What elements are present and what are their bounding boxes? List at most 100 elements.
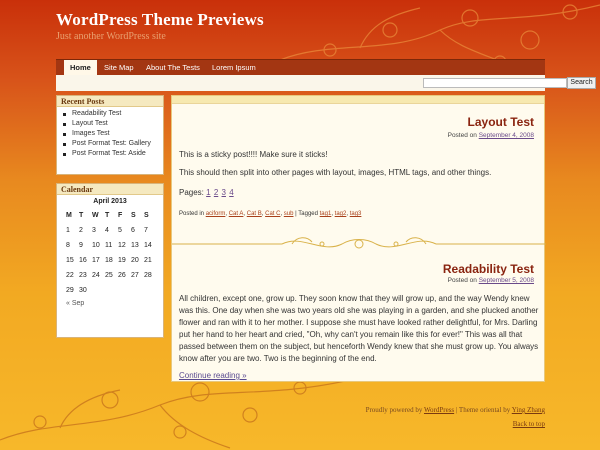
main-content: Layout Test Posted on September 4, 2008 …	[171, 95, 546, 382]
footer-credits: Proudly powered by WordPress | Theme ori…	[365, 406, 545, 414]
calendar-day: 16	[79, 257, 87, 264]
calendar-day: 22	[66, 272, 74, 279]
calendar-weekday: T	[105, 212, 110, 219]
footer-back-to-top: Back to top	[513, 420, 545, 428]
calendar-day	[105, 283, 118, 298]
calendar-weekday: S	[144, 212, 149, 219]
calendar-day: 14	[144, 242, 152, 249]
calendar-prev-link[interactable]: « Sep	[66, 300, 163, 307]
calendar-day: 15	[66, 257, 74, 264]
tag-link[interactable]: tag3	[350, 211, 362, 217]
calendar-day: 19	[118, 257, 126, 264]
calendar-day	[144, 283, 157, 298]
page-link[interactable]: 1	[206, 188, 210, 197]
pages-label: Pages:	[179, 188, 204, 197]
site-header: WordPress Theme Previews Just another Wo…	[56, 10, 264, 42]
recent-post-link[interactable]: Post Format Test: Gallery	[63, 139, 163, 149]
main-navigation: Home Site Map About The Tests Lorem Ipsu…	[56, 59, 545, 77]
calendar-day: 9	[79, 242, 83, 249]
calendar-day: 23	[79, 272, 87, 279]
post-pagination: Pages: 1 2 3 4	[179, 187, 539, 199]
recent-post-link[interactable]: Post Format Test: Aside	[63, 149, 163, 159]
category-link[interactable]: sub	[284, 211, 294, 217]
back-to-top-link[interactable]: Back to top	[513, 420, 545, 428]
page-link[interactable]: 3	[222, 188, 226, 197]
category-link[interactable]: aciform	[206, 211, 226, 217]
post-date: Posted on September 4, 2008	[448, 132, 534, 139]
site-title[interactable]: WordPress Theme Previews	[56, 10, 264, 30]
posted-on-label: Posted on	[447, 277, 477, 284]
calendar-day: 18	[105, 257, 113, 264]
calendar-weekday: W	[92, 212, 99, 219]
nav-item-about-the-tests[interactable]: About The Tests	[140, 60, 206, 76]
nav-item-site-map[interactable]: Site Map	[98, 60, 140, 76]
powered-by-label: Proudly powered by	[365, 406, 423, 414]
search-input[interactable]	[423, 78, 567, 88]
tag-link[interactable]: tag2	[335, 211, 347, 217]
calendar-day: 10	[92, 242, 100, 249]
recent-posts-title: Recent Posts	[57, 96, 163, 107]
category-link[interactable]: Cat B	[247, 211, 262, 217]
post-title[interactable]: Layout Test	[468, 115, 534, 129]
wordpress-link[interactable]: WordPress	[424, 406, 454, 414]
post-title[interactable]: Readability Test	[443, 262, 534, 276]
calendar-day: 7	[144, 227, 148, 234]
calendar-day: 13	[131, 242, 139, 249]
post-date: Posted on September 5, 2008	[448, 277, 534, 284]
calendar-day: 4	[105, 227, 109, 234]
calendar-day: 26	[118, 272, 126, 279]
category-link[interactable]: Cat C	[265, 211, 280, 217]
nav-item-lorem-ipsum[interactable]: Lorem Ipsum	[206, 60, 262, 76]
recent-post-link[interactable]: Readability Test	[63, 109, 163, 119]
tagged-label: Tagged	[298, 211, 318, 217]
search-bar: Search	[56, 75, 596, 91]
calendar-weekday: T	[79, 212, 84, 219]
calendar-title: Calendar	[57, 184, 163, 195]
recent-post-link[interactable]: Images Test	[63, 129, 163, 139]
tag-link[interactable]: tag1	[320, 211, 332, 217]
recent-post-link[interactable]: Layout Test	[63, 119, 163, 129]
theme-author-link[interactable]: Ying Zhang	[512, 406, 545, 414]
calendar-day: 5	[118, 227, 122, 234]
post-date-link[interactable]: September 5, 2008	[479, 277, 534, 284]
calendar-day: 8	[66, 242, 70, 249]
content-top-band	[172, 96, 544, 104]
post-paragraph: This is a sticky post!!!! Make sure it s…	[179, 150, 328, 159]
calendar-day	[92, 283, 105, 298]
theme-by-label: Theme oriental by	[458, 406, 511, 414]
calendar-day: 1	[66, 227, 70, 234]
recent-posts-list: Readability Test Layout Test Images Test…	[57, 107, 163, 161]
calendar-day: 29	[66, 287, 74, 294]
post-paragraph: All children, except one, grow up. They …	[179, 294, 539, 363]
calendar-day: 21	[144, 257, 152, 264]
calendar-caption: April 2013	[93, 198, 127, 205]
calendar-weekday: M	[66, 212, 72, 219]
page-link[interactable]: 2	[214, 188, 218, 197]
post-meta: Posted in aciform, Cat A, Cat B, Cat C, …	[179, 211, 362, 217]
posted-on-label: Posted on	[447, 132, 477, 139]
post-divider-ornament	[172, 237, 546, 249]
calendar-day: 27	[131, 272, 139, 279]
calendar-day: 30	[79, 287, 87, 294]
calendar-day: 6	[131, 227, 135, 234]
calendar-weekday: F	[118, 212, 123, 219]
search-button[interactable]: Search	[567, 77, 596, 89]
calendar-day: 2	[79, 227, 83, 234]
calendar-day: 24	[92, 272, 100, 279]
calendar-day: 11	[105, 242, 113, 249]
calendar-day: 20	[131, 257, 139, 264]
calendar-day: 25	[105, 272, 113, 279]
category-link[interactable]: Cat A	[229, 211, 244, 217]
continue-reading-link[interactable]: Continue reading »	[179, 371, 247, 380]
calendar-day: 12	[118, 242, 126, 249]
site-description: Just another WordPress site	[56, 31, 166, 42]
calendar-day: 17	[92, 257, 100, 264]
post-paragraph: This should then split into other pages …	[179, 168, 492, 177]
page-link[interactable]: 4	[229, 188, 233, 197]
calendar-day	[118, 283, 131, 298]
post-date-link[interactable]: September 4, 2008	[479, 132, 534, 139]
calendar-day: 28	[144, 272, 152, 279]
calendar-widget: Calendar April 2013 M T W T F S S 1 2 3 4 5 6 7 8 9 10 11…	[56, 183, 164, 338]
calendar-grid: M T W T F S S 1 2 3 4 5 6 7 8 9 10 11 12 13 14 15 16 17 18 19 20 21…	[66, 208, 163, 298]
recent-posts-widget: Recent Posts Readability Test Layout Tes…	[56, 95, 164, 175]
